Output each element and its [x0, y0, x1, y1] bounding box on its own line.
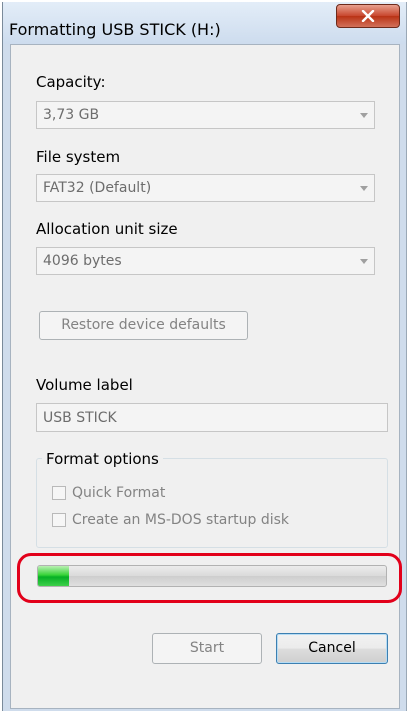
close-x-icon	[361, 10, 375, 22]
window-title: Formatting USB STICK (H:)	[9, 20, 221, 39]
dropdown-arrow-icon	[360, 113, 368, 118]
file-system-value: FAT32 (Default)	[43, 180, 152, 196]
progress-fill	[38, 566, 70, 586]
file-system-dropdown[interactable]: FAT32 (Default)	[36, 174, 375, 202]
volume-label-input[interactable]: USB STICK	[36, 403, 388, 432]
cancel-button[interactable]: Cancel	[276, 633, 388, 664]
capacity-value: 3,73 GB	[43, 107, 100, 123]
volume-label-label: Volume label	[36, 376, 133, 394]
format-dialog-window: Formatting USB STICK (H:) Capacity: 3,73…	[2, 2, 407, 711]
allocation-unit-label: Allocation unit size	[36, 220, 178, 238]
dropdown-arrow-icon	[360, 186, 368, 191]
format-progress-bar	[37, 565, 387, 587]
format-options-title: Format options	[42, 450, 163, 468]
capacity-dropdown[interactable]: 3,73 GB	[36, 101, 375, 129]
file-system-label: File system	[36, 148, 121, 166]
msdos-startup-option[interactable]: Create an MS-DOS startup disk	[52, 512, 289, 528]
capacity-label: Capacity:	[36, 73, 106, 91]
msdos-startup-checkbox[interactable]	[52, 513, 66, 527]
volume-label-value: USB STICK	[43, 410, 117, 426]
allocation-unit-dropdown[interactable]: 4096 bytes	[36, 247, 375, 275]
quick-format-label: Quick Format	[72, 485, 166, 501]
msdos-startup-label: Create an MS-DOS startup disk	[72, 512, 290, 528]
start-button[interactable]: Start	[152, 633, 262, 664]
title-bar[interactable]: Formatting USB STICK (H:)	[3, 2, 406, 44]
format-options-group	[36, 458, 388, 548]
quick-format-option[interactable]: Quick Format	[52, 485, 165, 501]
quick-format-checkbox[interactable]	[52, 486, 66, 500]
restore-defaults-button[interactable]: Restore device defaults	[39, 311, 248, 340]
allocation-unit-value: 4096 bytes	[43, 253, 122, 269]
close-button[interactable]	[336, 4, 400, 28]
dropdown-arrow-icon	[360, 259, 368, 264]
dialog-body: Capacity: 3,73 GB File system FAT32 (Def…	[10, 44, 402, 709]
